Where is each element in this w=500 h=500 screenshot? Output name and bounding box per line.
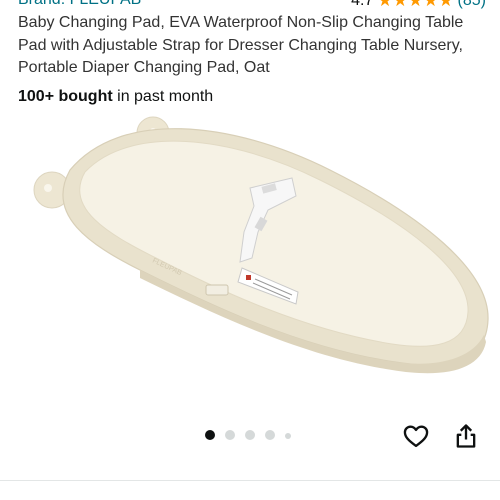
product-title: Baby Changing Pad, EVA Waterproof Non-Sl… [18,14,464,76]
bought-count-bold: 100+ bought [18,88,113,105]
favorite-button[interactable] [402,422,430,450]
brand-link[interactable]: Brand: FLEUPAB [18,0,141,9]
rating-summary[interactable]: 4.7 ★★★★★ (85) [351,0,486,11]
star-rating-icon: ★★★★★ [377,0,454,10]
carousel-dot-5[interactable] [285,433,291,439]
product-image[interactable]: FLEUPAB [0,112,500,422]
carousel-dot-3[interactable] [245,430,255,440]
rating-value: 4.7 [351,0,374,9]
share-button[interactable] [452,422,480,450]
changing-pad-image: FLEUPAB [33,116,489,374]
rating-count[interactable]: (85) [458,0,486,10]
carousel-dot-2[interactable] [225,430,235,440]
carousel-dots[interactable] [205,430,291,440]
bought-count: 100+ bought in past month [18,88,213,106]
heart-icon [403,425,429,448]
bought-count-rest: in past month [112,88,214,105]
carousel-dot-1[interactable] [205,430,215,440]
top-row: Brand: FLEUPAB 4.7 ★★★★★ (85) [18,0,486,11]
share-icon [456,424,476,448]
divider [0,480,500,481]
carousel-dot-4[interactable] [265,430,275,440]
